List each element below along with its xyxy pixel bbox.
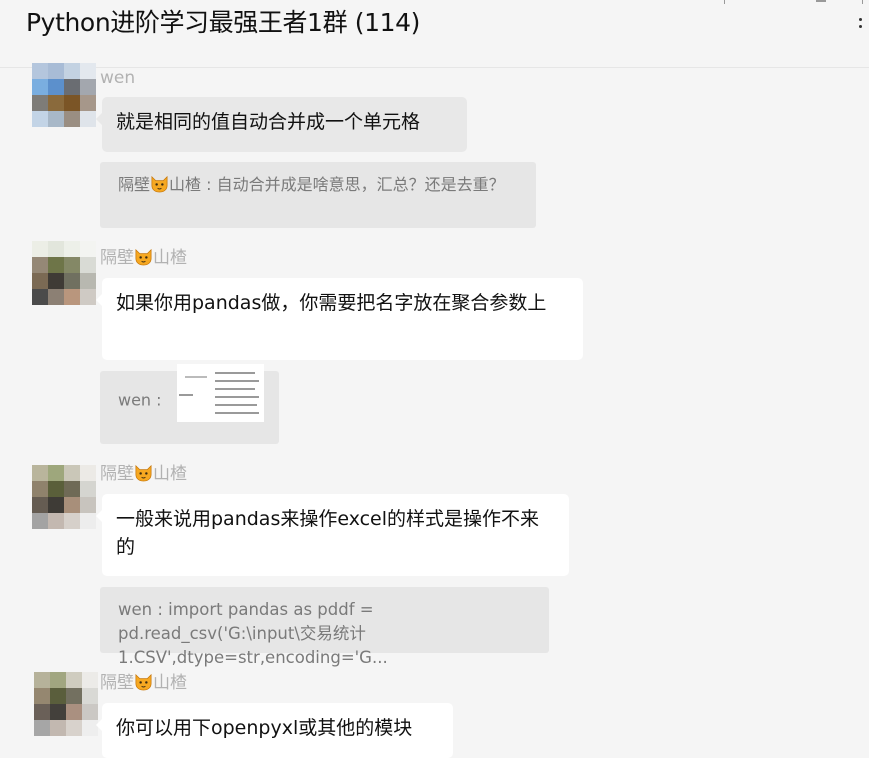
message-bubble[interactable]: 你可以用下openpyxl或其他的模块 [96,703,453,758]
quoted-reply[interactable]: wen : [100,364,279,444]
message-text: 你可以用下openpyxl或其他的模块 [116,717,413,739]
avatar[interactable] [32,241,96,305]
avatar[interactable] [34,672,98,736]
quote-sender: 隔壁 [118,175,151,194]
more-icon[interactable] [857,18,863,38]
avatar[interactable] [32,465,96,529]
quote-text: wen : import pandas as pddf = pd.read_cs… [118,600,388,667]
sender-name: 隔壁 山楂 [100,672,187,693]
message-bubble[interactable]: 就是相同的值自动合并成一个单元格 [96,97,467,152]
message-bubble[interactable]: 一般来说用pandas来操作excel的样式是操作不来的 [96,494,569,576]
avatar[interactable] [32,63,96,127]
message-bubble[interactable]: 如果你用pandas做，你需要把名字放在聚合参数上 [96,278,583,360]
image-thumbnail[interactable] [176,364,264,422]
window-control-mark [816,0,826,2]
chat-header: Python进阶学习最强王者1群 (114) [0,0,869,68]
sender-name: 隔壁 山楂 [100,463,187,484]
cat-face-emoji-icon [150,174,169,193]
quoted-reply[interactable]: 隔壁 山楂 : 自动合并成是啥意思，汇总？还是去重？ [100,162,536,228]
message-text: 就是相同的值自动合并成一个单元格 [116,111,421,133]
quote-sender: wen : [118,390,167,410]
chat-title: Python进阶学习最强王者1群 (114) [26,8,420,37]
window-control-mark [862,0,863,4]
cat-face-emoji-icon [134,247,153,266]
cat-face-emoji-icon [134,463,153,482]
cat-face-emoji-icon [134,672,153,691]
message-text: 一般来说用pandas来操作excel的样式是操作不来的 [116,508,540,558]
quote-text: 山楂 : 自动合并成是啥意思，汇总？还是去重？ [169,175,505,194]
sender-name: 隔壁 山楂 [100,247,187,268]
window-control-mark [724,0,725,4]
sender-name: wen [100,68,136,88]
message-text: 如果你用pandas做，你需要把名字放在聚合参数上 [116,292,547,314]
quoted-reply[interactable]: wen : import pandas as pddf = pd.read_cs… [100,587,549,667]
